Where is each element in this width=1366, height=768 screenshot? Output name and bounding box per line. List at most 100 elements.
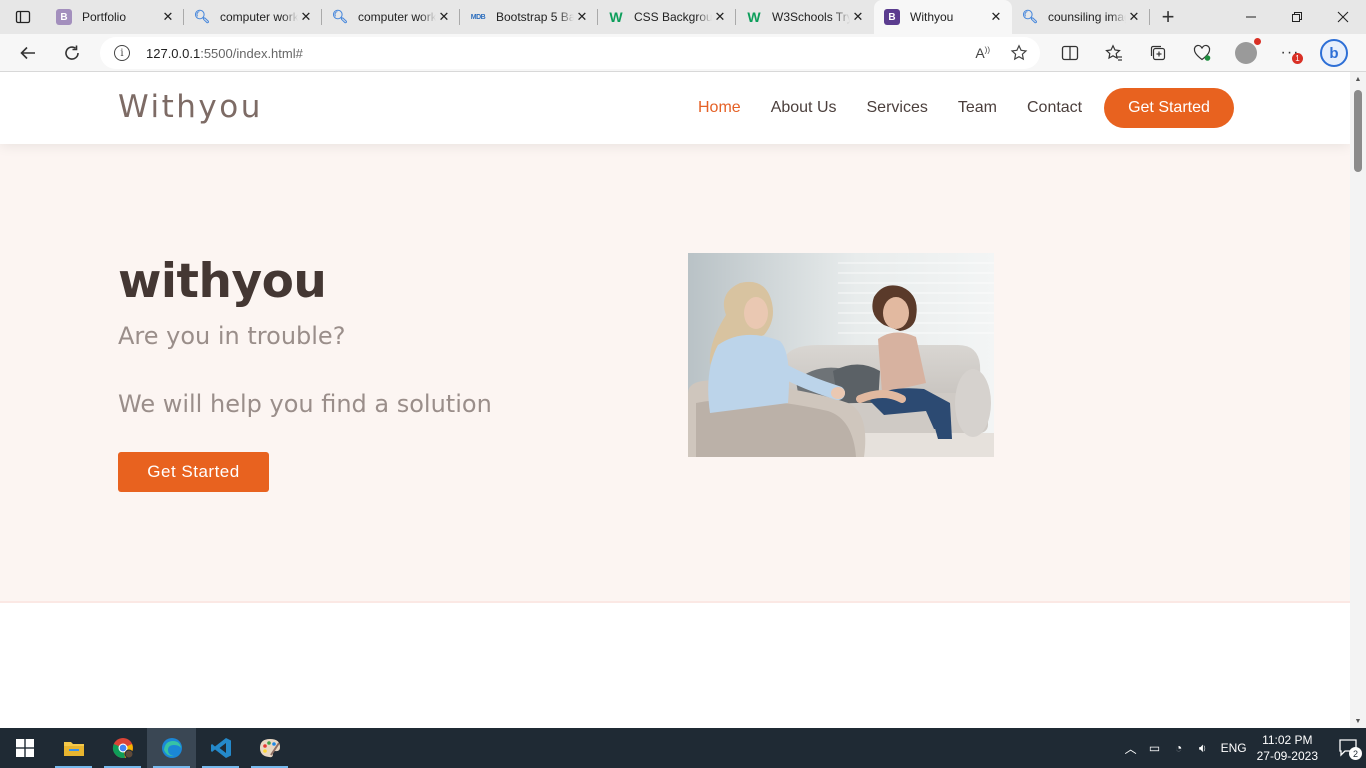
- refresh-icon: [65, 45, 79, 60]
- tab-actions-icon: [15, 10, 31, 24]
- search-favicon-icon: 🔍︎: [1021, 9, 1039, 24]
- taskbar-chrome[interactable]: [98, 728, 147, 768]
- tab-actions-button[interactable]: [0, 0, 46, 34]
- counseling-session-image: [688, 253, 994, 457]
- folder-icon: [63, 742, 84, 756]
- bing-icon: b: [1320, 39, 1348, 67]
- close-window-button[interactable]: [1320, 0, 1366, 34]
- split-screen-icon: [1061, 45, 1079, 61]
- vscode-icon: [210, 738, 231, 758]
- wifi-icon[interactable]: ◔: [1167, 741, 1191, 755]
- tab-title: CSS Background: [634, 10, 712, 24]
- browser-tab-active[interactable]: B Withyou ✕: [874, 0, 1012, 34]
- browser-tab[interactable]: B Portfolio ✕: [46, 0, 184, 34]
- hero-section: withyou Are you in trouble? We will help…: [0, 144, 1350, 603]
- close-icon: [1337, 11, 1349, 23]
- browser-tab[interactable]: 🔍︎ counsiling images ✕: [1012, 0, 1150, 34]
- volume-icon[interactable]: 🔉︎: [1191, 741, 1215, 756]
- url-host: 127.0.0.1: [146, 45, 201, 61]
- windows-logo-icon: [15, 739, 34, 757]
- notification-center-button[interactable]: 2: [1332, 728, 1366, 768]
- nav-link-contact[interactable]: Contact: [1027, 99, 1082, 117]
- close-tab-icon[interactable]: ✕: [298, 9, 314, 25]
- close-tab-icon[interactable]: ✕: [850, 9, 866, 25]
- tab-title: W3Schools Tryit: [772, 10, 850, 24]
- site-info-icon[interactable]: i: [114, 45, 130, 61]
- clock-time: 11:02 PM: [1262, 733, 1313, 747]
- heart-pulse-icon: [1193, 44, 1211, 61]
- favorites-button[interactable]: [1092, 34, 1136, 72]
- close-tab-icon[interactable]: ✕: [436, 9, 452, 25]
- start-button[interactable]: [0, 728, 49, 768]
- nav-link-home[interactable]: Home: [698, 99, 741, 117]
- close-tab-icon[interactable]: ✕: [574, 9, 590, 25]
- profile-button[interactable]: [1224, 34, 1268, 72]
- nav-link-about[interactable]: About Us: [771, 99, 837, 117]
- plus-icon: +: [1161, 4, 1175, 29]
- scroll-down-arrow-icon[interactable]: ▼: [1350, 714, 1366, 728]
- taskbar-paint[interactable]: [245, 728, 294, 768]
- taskbar-file-explorer[interactable]: [49, 728, 98, 768]
- close-tab-icon[interactable]: ✕: [1126, 9, 1142, 25]
- split-screen-button[interactable]: [1048, 34, 1092, 72]
- tab-title: Portfolio: [82, 10, 127, 24]
- mdb-favicon-icon: MDB: [470, 13, 486, 21]
- browser-tab[interactable]: 🔍︎ computer work ✕: [322, 0, 460, 34]
- copilot-button[interactable]: b: [1312, 34, 1356, 72]
- header-get-started-button[interactable]: Get Started: [1104, 88, 1234, 128]
- collections-button[interactable]: [1136, 34, 1180, 72]
- restore-button[interactable]: [1274, 0, 1320, 34]
- language-indicator[interactable]: ENG: [1221, 741, 1247, 755]
- chevron-up-icon[interactable]: ︿: [1119, 740, 1143, 757]
- browser-tab[interactable]: W CSS Background ✕: [598, 0, 736, 34]
- nav-link-team[interactable]: Team: [958, 99, 997, 117]
- page-viewport: Withyou Home About Us Services Team Cont…: [0, 72, 1350, 728]
- browser-essentials-button[interactable]: [1180, 34, 1224, 72]
- hero-get-started-button[interactable]: Get Started: [118, 452, 269, 492]
- restore-icon: [1292, 12, 1302, 22]
- scroll-up-arrow-icon[interactable]: ▲: [1350, 72, 1366, 86]
- bootstrap-favicon-icon: B: [56, 9, 72, 25]
- chrome-icon: [112, 738, 133, 759]
- collections-icon: [1150, 45, 1166, 61]
- system-tray: ︿ ▭ ◔ 🔉︎ ENG 11:02 PM 27-09-2023 2: [1119, 728, 1366, 768]
- w3schools-favicon-icon: W: [747, 9, 761, 25]
- site-logo[interactable]: Withyou: [118, 89, 263, 125]
- browser-tab[interactable]: MDB Bootstrap 5 Background ✕: [460, 0, 598, 34]
- back-arrow-icon: [20, 46, 35, 59]
- site-header: Withyou Home About Us Services Team Cont…: [0, 72, 1350, 144]
- close-tab-icon[interactable]: ✕: [988, 9, 1004, 25]
- hero-subtitle-promise: We will help you find a solution: [118, 390, 492, 418]
- favorite-star-icon[interactable]: [1010, 44, 1028, 62]
- refresh-button[interactable]: [50, 35, 94, 71]
- main-nav: Home About Us Services Team Contact: [698, 72, 1112, 144]
- browser-tab[interactable]: W W3Schools Tryit ✕: [736, 0, 874, 34]
- battery-icon[interactable]: ▭: [1143, 741, 1167, 755]
- browser-tab[interactable]: 🔍︎ computer work ✕: [184, 0, 322, 34]
- taskbar-vscode[interactable]: [196, 728, 245, 768]
- address-bar[interactable]: i 127.0.0.1:5500/index.html# A)): [100, 37, 1040, 69]
- url-text: 127.0.0.1:5500/index.html#: [146, 46, 303, 61]
- taskbar-edge[interactable]: [147, 728, 196, 768]
- settings-more-button[interactable]: ··· 1: [1268, 34, 1312, 72]
- back-button[interactable]: [6, 35, 50, 71]
- window-controls: [1228, 0, 1366, 34]
- tab-title: Withyou: [910, 10, 954, 24]
- close-tab-icon[interactable]: ✕: [160, 9, 176, 25]
- read-aloud-icon[interactable]: A)): [975, 45, 990, 61]
- notification-badge: 1: [1292, 53, 1303, 64]
- edge-icon: [161, 738, 182, 758]
- minimize-button[interactable]: [1228, 0, 1274, 34]
- scrollbar-thumb[interactable]: [1354, 90, 1362, 172]
- new-tab-button[interactable]: +: [1150, 0, 1186, 34]
- search-favicon-icon: 🔍︎: [193, 9, 211, 24]
- toolbar-right-actions: ··· 1 b: [1048, 34, 1356, 72]
- close-tab-icon[interactable]: ✕: [712, 9, 728, 25]
- browser-tab-strip: B Portfolio ✕ 🔍︎ computer work ✕ 🔍︎ comp…: [0, 0, 1366, 34]
- page-scrollbar[interactable]: ▲ ▼: [1350, 72, 1366, 728]
- url-path: :5500/index.html#: [200, 45, 303, 61]
- clock[interactable]: 11:02 PM 27-09-2023: [1257, 732, 1318, 764]
- tab-title: counsiling images: [1048, 10, 1126, 24]
- counseling-photo-illustration: [688, 253, 994, 457]
- nav-link-services[interactable]: Services: [867, 99, 928, 117]
